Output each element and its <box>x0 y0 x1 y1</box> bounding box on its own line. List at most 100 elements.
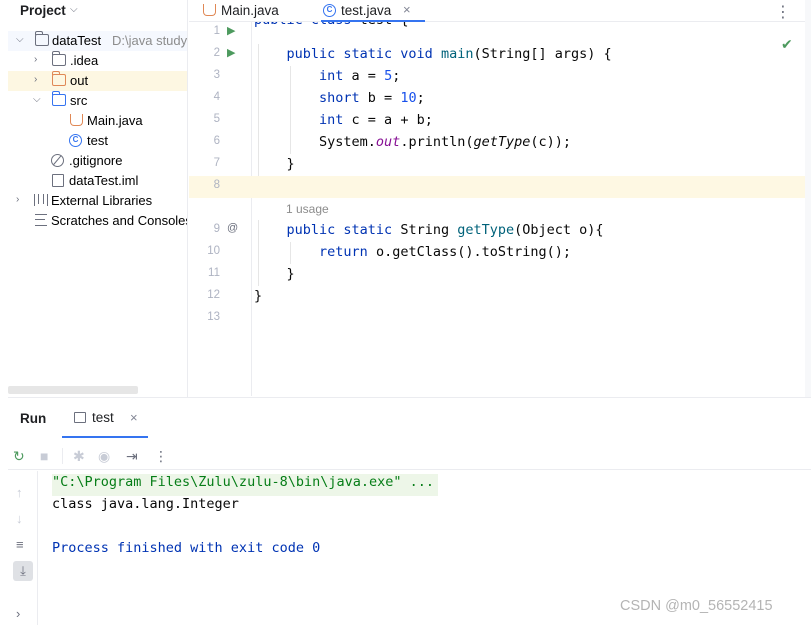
tree-item-gitignore[interactable]: .gitignore <box>8 151 187 171</box>
gitignore-icon <box>51 154 64 167</box>
close-icon[interactable]: × <box>403 2 411 17</box>
tree-item-path: D:\java study <box>112 33 188 48</box>
close-icon[interactable]: × <box>130 410 138 425</box>
code-text: public static void main(String[] args) { <box>286 46 612 62</box>
code-line-inlay: 1 usage <box>189 198 805 220</box>
debug-icon[interactable]: ✱ <box>73 448 85 465</box>
code-line[interactable]: 11 } <box>189 264 805 286</box>
java-file-icon <box>70 114 83 126</box>
tree-item-label: Main.java <box>87 113 143 128</box>
tree-item-label: dataTest <box>52 33 102 48</box>
line-number: 9 <box>213 223 220 235</box>
scroll-to-end-icon[interactable]: ⤓ <box>13 561 33 581</box>
tree-item-label: .gitignore <box>69 153 123 168</box>
project-tool-window: Project ⌵ ⌵ dataTest D:\java study › .id… <box>8 0 188 397</box>
class-icon: C <box>323 4 336 17</box>
tree-item-label: dataTest.iml <box>69 173 139 188</box>
camera-icon[interactable]: ◉ <box>98 448 110 465</box>
tab-main-java[interactable]: Main.java <box>201 0 301 22</box>
editor-tab-bar: Main.java C test.java × ⋮ <box>189 0 811 22</box>
vertical-scrollbar[interactable] <box>805 0 811 397</box>
console-line-command: "C:\Program Files\Zulu\zulu-8\bin\java.e… <box>52 474 439 496</box>
code-line[interactable]: 5 int c = a + b; <box>189 110 805 132</box>
chevron-right-icon[interactable]: › <box>16 606 20 621</box>
code-line[interactable]: 12 } <box>189 286 805 308</box>
code-editor[interactable]: 1 ▶ public class test { 2 ▶ public stati… <box>189 22 805 396</box>
run-tool-window: Run test × ↻ ■ ✱ ◉ ⇥ ⋮ ↑ ↓ ≡ ⤓ › "C:\Pro… <box>8 397 811 625</box>
arrow-up-icon[interactable]: ↑ <box>16 485 23 500</box>
tree-item-external-libraries[interactable]: › External Libraries <box>8 191 187 211</box>
code-text: } <box>254 288 263 304</box>
project-title[interactable]: Project <box>20 3 66 18</box>
code-line[interactable]: 13 <box>189 308 805 330</box>
tree-item-src[interactable]: ⌵ src <box>8 91 187 111</box>
tab-label: test.java <box>341 3 392 18</box>
code-line[interactable]: 6 System.out.println(getType(c)); <box>189 132 805 154</box>
tree-item-datatest-iml[interactable]: dataTest.iml <box>8 171 187 191</box>
code-line[interactable]: 1 ▶ public class test { <box>189 22 805 44</box>
tree-item-label: .idea <box>70 53 99 68</box>
annotation-gutter-icon[interactable]: @ <box>227 222 238 234</box>
iml-file-icon <box>52 174 64 187</box>
line-number: 12 <box>207 289 220 301</box>
run-tab-test[interactable]: test × <box>62 402 148 438</box>
line-number: 6 <box>213 135 220 147</box>
more-vertical-icon[interactable]: ⋮ <box>154 448 168 465</box>
line-number: 13 <box>207 311 220 323</box>
code-line-current[interactable]: 8 <box>189 176 805 198</box>
chevron-down-icon[interactable]: ⌵ <box>70 4 78 15</box>
class-icon: C <box>69 134 82 147</box>
tab-label: Main.java <box>221 3 279 18</box>
run-panel-title: Run <box>20 411 47 426</box>
tree-item-scratches[interactable]: Scratches and Consoles <box>8 211 187 231</box>
tab-test-java[interactable]: C test.java × <box>321 0 425 22</box>
java-file-icon <box>203 4 216 16</box>
chevron-right-icon[interactable]: › <box>34 74 37 85</box>
code-text: } <box>254 156 295 172</box>
run-gutter-icon[interactable]: ▶ <box>227 46 235 59</box>
run-tab-label: test <box>92 410 114 425</box>
chevron-down-icon[interactable]: ⌵ <box>16 34 24 45</box>
tree-item-main-java[interactable]: Main.java <box>8 111 187 131</box>
tree-item-label: External Libraries <box>51 193 153 208</box>
chevron-right-icon[interactable]: › <box>34 54 37 65</box>
libraries-icon <box>34 194 48 206</box>
more-vertical-icon[interactable]: ⋮ <box>775 2 791 22</box>
inspection-ok-icon[interactable]: ✔ <box>781 36 793 53</box>
line-number: 5 <box>213 113 220 125</box>
horizontal-scrollbar[interactable] <box>8 386 138 394</box>
code-text: } <box>254 266 295 282</box>
tree-item-label: test <box>87 133 108 148</box>
usage-inlay-hint[interactable]: 1 usage <box>286 202 329 216</box>
code-line[interactable]: 3 int a = 5; <box>189 66 805 88</box>
arrow-down-icon[interactable]: ↓ <box>16 511 23 526</box>
tree-item-idea[interactable]: › .idea <box>8 51 187 71</box>
rerun-icon[interactable]: ↻ <box>13 448 25 465</box>
module-folder-icon <box>35 31 49 46</box>
code-line[interactable]: 4 short b = 10; <box>189 88 805 110</box>
code-line[interactable]: 10 return o.getClass().toString(); <box>189 242 805 264</box>
soft-wrap-icon[interactable]: ≡ <box>16 537 24 552</box>
console-side-toolbar: ↑ ↓ ≡ ⤓ › <box>8 471 38 625</box>
line-number: 7 <box>213 157 220 169</box>
code-line[interactable]: 7 } <box>189 154 805 176</box>
run-gutter-icon[interactable]: ▶ <box>227 24 235 37</box>
stop-icon[interactable]: ■ <box>40 448 48 464</box>
restore-layout-icon[interactable]: ⇥ <box>126 448 138 465</box>
code-text: int c = a + b; <box>319 112 433 128</box>
chevron-down-icon[interactable]: ⌵ <box>33 94 41 105</box>
code-text: public static String getType(Object o){ <box>286 222 604 238</box>
code-line[interactable]: 2 ▶ public static void main(String[] arg… <box>189 44 805 66</box>
project-header[interactable]: Project ⌵ <box>8 0 187 22</box>
code-text: System.out.println(getType(c)); <box>254 134 572 150</box>
code-line[interactable]: 9 @ public static String getType(Object … <box>189 220 805 242</box>
watermark: CSDN @m0_56552415 <box>620 598 773 614</box>
tree-item-datatest[interactable]: ⌵ dataTest D:\java study <box>8 31 188 51</box>
code-text: return o.getClass().toString(); <box>319 244 572 260</box>
tree-item-test[interactable]: C test <box>8 131 187 151</box>
chevron-right-icon[interactable]: › <box>16 194 19 205</box>
tree-item-out[interactable]: › out <box>8 71 187 91</box>
line-number: 2 <box>213 47 220 59</box>
folder-icon <box>52 51 66 66</box>
code-text: short b = 10; <box>319 90 425 106</box>
